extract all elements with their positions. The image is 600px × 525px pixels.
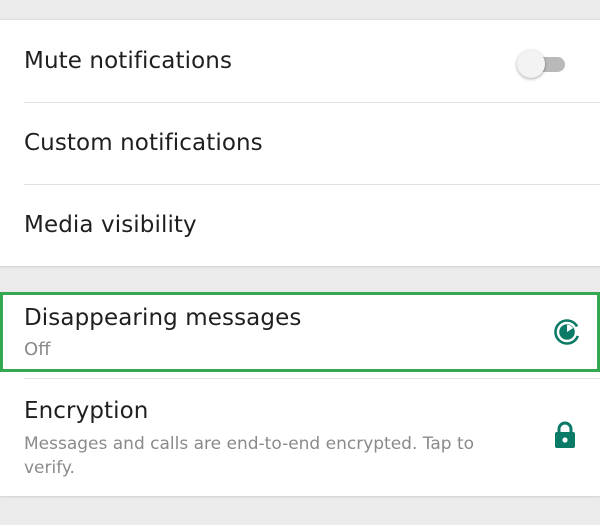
privacy-settings-card: Disappearing messages Off Encryption Mes… — [0, 292, 600, 496]
custom-notifications-label: Custom notifications — [24, 130, 263, 156]
divider — [24, 378, 600, 379]
disappearing-messages-row[interactable]: Disappearing messages Off — [0, 292, 600, 372]
lock-icon — [555, 421, 575, 448]
media-visibility-row[interactable]: Media visibility — [0, 184, 600, 266]
mute-notifications-label: Mute notifications — [24, 48, 233, 74]
timer-icon — [554, 319, 580, 345]
disappearing-messages-label: Disappearing messages — [24, 305, 302, 331]
top-separator — [0, 0, 600, 20]
notification-settings-card: Mute notifications Custom notifications … — [0, 20, 600, 266]
mute-notifications-row[interactable]: Mute notifications — [0, 20, 600, 102]
encryption-label: Encryption — [24, 398, 149, 424]
encryption-description: Messages and calls are end-to-end encryp… — [24, 434, 475, 478]
encryption-row[interactable]: Encryption Messages and calls are end-to… — [0, 380, 600, 496]
media-visibility-label: Media visibility — [24, 212, 197, 238]
toggle-thumb — [517, 50, 545, 78]
disappearing-messages-value: Off — [24, 339, 51, 360]
mute-notifications-toggle[interactable] — [517, 50, 567, 78]
custom-notifications-row[interactable]: Custom notifications — [0, 102, 600, 184]
